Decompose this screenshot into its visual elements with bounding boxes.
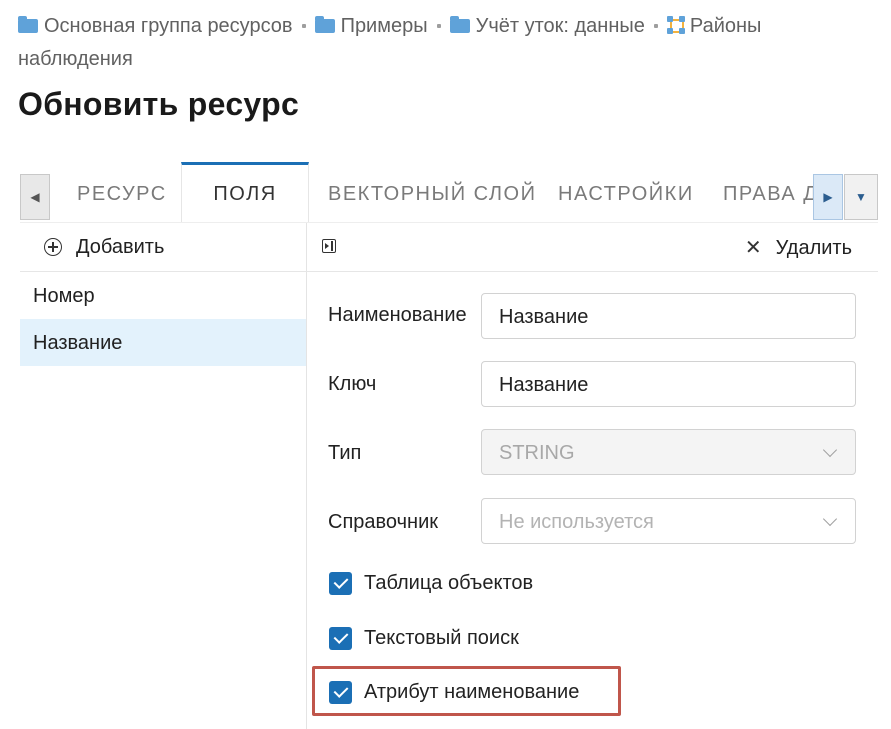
- type-label: Тип: [328, 442, 362, 464]
- tab-scroll-right-button[interactable]: ▶: [813, 174, 843, 220]
- key-label: Ключ: [328, 373, 377, 395]
- breadcrumb-separator: [436, 24, 441, 28]
- lookup-select[interactable]: Не используется: [481, 498, 856, 544]
- breadcrumb-separator: [653, 24, 658, 28]
- tab-permissions[interactable]: ПРАВА Д: [723, 162, 813, 222]
- breadcrumb: Основная группа ресурсов Примеры Учёт уток…: [18, 10, 878, 76]
- panel-collapse-icon[interactable]: [322, 239, 336, 253]
- plus-circle-icon: [44, 238, 62, 256]
- name-input[interactable]: Название: [481, 293, 856, 339]
- delete-field-button[interactable]: ✕ Удалить: [745, 223, 852, 271]
- feature-table-checkbox[interactable]: Таблица объектов: [329, 570, 533, 596]
- field-item-number[interactable]: Номер: [20, 272, 306, 319]
- tab-vector-layer[interactable]: ВЕКТОРНЫЙ СЛОЙ: [328, 162, 536, 222]
- breadcrumb-separator: [301, 24, 306, 28]
- text-search-checkbox[interactable]: Текстовый поиск: [329, 625, 519, 651]
- tab-settings[interactable]: НАСТРОЙКИ: [558, 162, 694, 222]
- lookup-label: Справочник: [328, 511, 438, 533]
- tab-resource[interactable]: РЕСУРС: [77, 162, 167, 222]
- caret-right-icon: ▶: [823, 190, 833, 204]
- vector-polygon-icon: [666, 16, 685, 34]
- folder-icon: [18, 16, 38, 33]
- name-label: Наименование: [328, 304, 467, 326]
- tab-bar: ◀ РЕСУРС ПОЛЯ ВЕКТОРНЫЙ СЛОЙ НАСТРОЙКИ П…: [20, 162, 878, 222]
- chevron-down-icon: [822, 442, 838, 458]
- folder-icon: [449, 16, 470, 33]
- tab-scroll-left-button[interactable]: ◀: [20, 174, 50, 220]
- type-select: STRING: [481, 429, 856, 475]
- page-title: Обновить ресурс: [18, 86, 300, 122]
- folder-icon: [314, 16, 335, 33]
- add-field-button[interactable]: Добавить: [20, 223, 306, 272]
- highlight-annotation: [312, 666, 621, 716]
- key-input[interactable]: Название: [481, 361, 856, 407]
- checkbox-checked-icon[interactable]: [329, 571, 352, 595]
- close-icon: ✕: [744, 237, 762, 259]
- caret-down-icon: ▼: [855, 190, 867, 204]
- checkbox-checked-icon[interactable]: [329, 626, 352, 650]
- type-select-value: STRING: [499, 442, 575, 464]
- breadcrumb-item-examples[interactable]: Примеры: [314, 15, 428, 37]
- fields-list-panel: Добавить Номер Название: [20, 222, 307, 729]
- field-editor-toolbar: ✕ Удалить: [306, 222, 878, 272]
- field-item-name[interactable]: Название: [20, 319, 306, 366]
- chevron-down-icon: [822, 511, 838, 527]
- breadcrumb-item-duck-data[interactable]: Учёт уток: данные: [449, 15, 645, 37]
- breadcrumb-item-main-group[interactable]: Основная группа ресурсов: [18, 15, 293, 37]
- tab-more-dropdown-button[interactable]: ▼: [844, 174, 878, 220]
- tab-fields[interactable]: ПОЛЯ: [181, 162, 309, 222]
- caret-left-icon: ◀: [30, 190, 40, 204]
- lookup-select-placeholder: Не используется: [499, 511, 654, 533]
